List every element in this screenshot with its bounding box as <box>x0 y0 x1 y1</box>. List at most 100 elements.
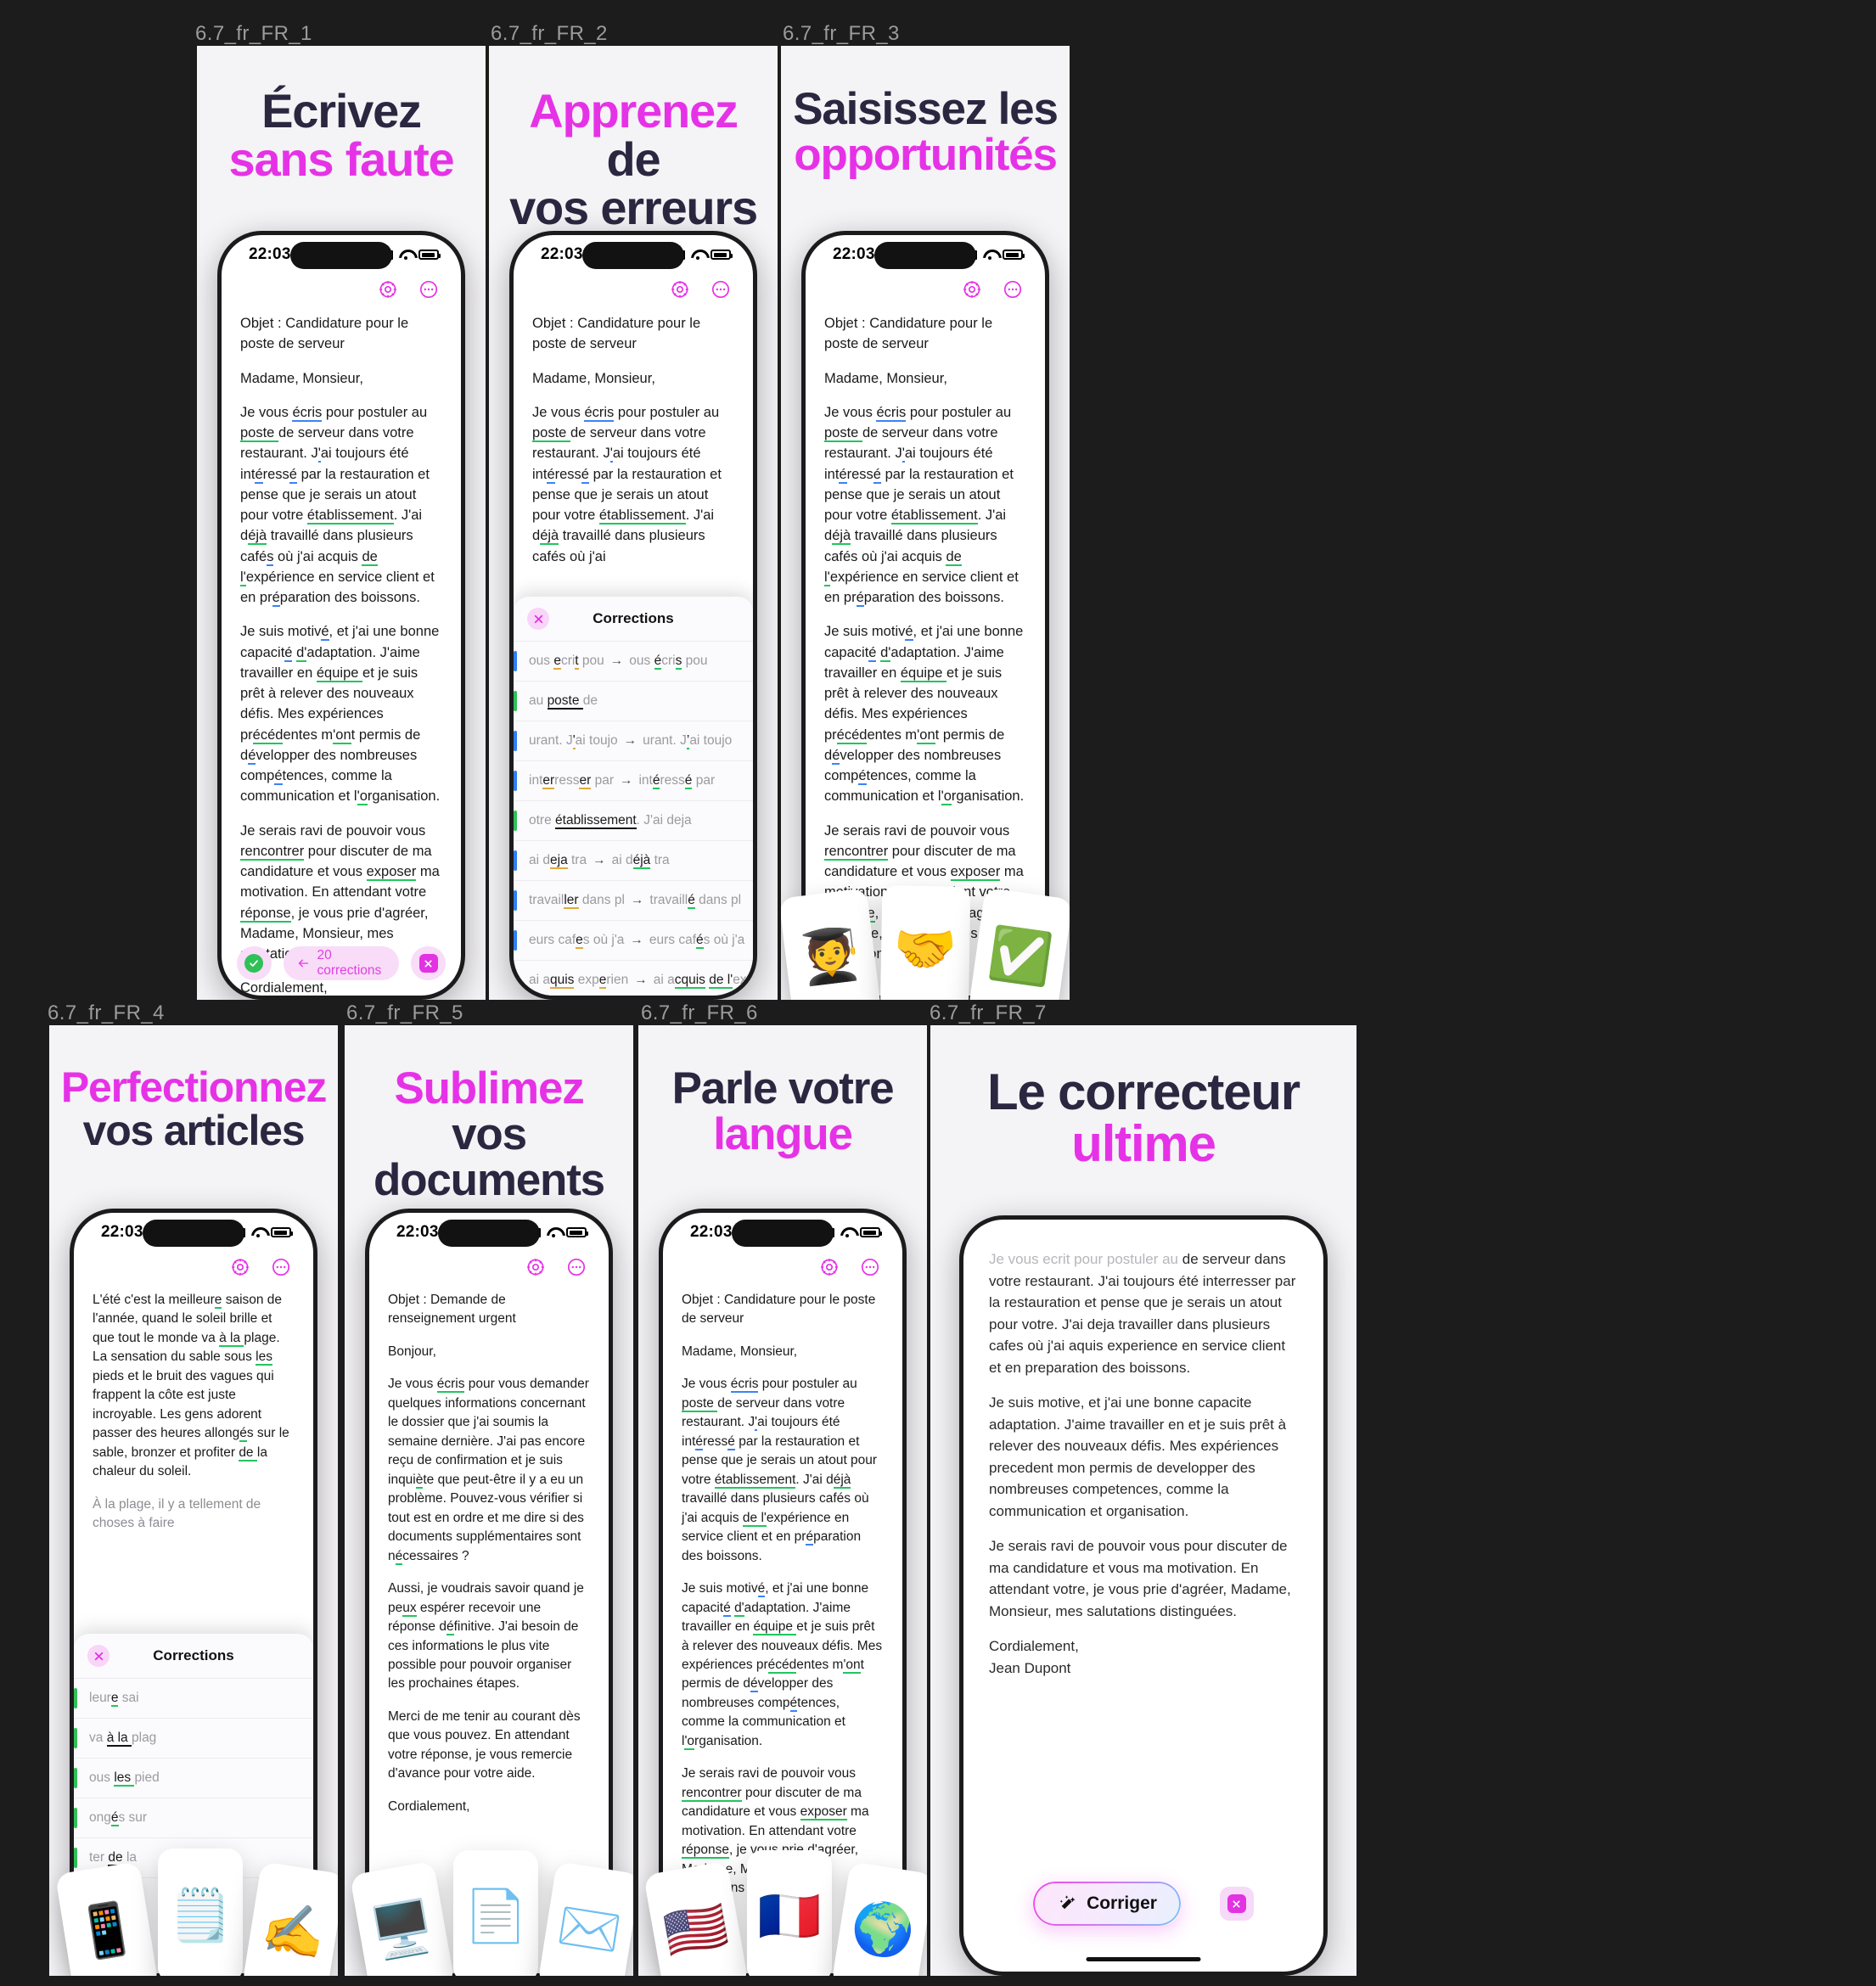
headline-line-1: Perfectionnez <box>60 1063 327 1111</box>
dismiss-button[interactable] <box>1219 1887 1254 1921</box>
status-time: 22:03 <box>396 1223 439 1241</box>
globe-emoji-card: 🌍 <box>831 1861 927 1976</box>
check-icon <box>244 954 264 973</box>
status-bar: 22:03 <box>369 1213 609 1252</box>
screenshot-panel-4: Perfectionnez vos articles 22:03 L'été c… <box>49 1025 338 1976</box>
correction-row[interactable]: va à la plag <box>74 1718 313 1758</box>
phone-emoji-card: 📱 <box>54 1861 160 1976</box>
gear-icon[interactable] <box>670 279 690 300</box>
dynamic-island <box>732 1220 834 1247</box>
correction-row[interactable]: ai aquis experien→ai acquis de l'expérie… <box>514 960 753 996</box>
screenshot-gallery-board: 6.7_fr_FR_1 6.7_fr_FR_2 6.7_fr_FR_3 6.7_… <box>0 0 1876 1986</box>
more-circle-icon[interactable] <box>566 1257 587 1277</box>
correction-row[interactable]: ai deja tra → ai déjà tra <box>514 840 753 880</box>
panel-6-headline: Parle votre langue <box>638 1063 927 1158</box>
dynamic-island <box>143 1220 244 1247</box>
letter-para-2: Je suis motivé, et j'ai une bonne capaci… <box>824 624 1025 806</box>
letter-signature: Jean Dupont <box>989 1659 1071 1676</box>
gear-icon[interactable] <box>819 1257 840 1277</box>
graduate-emoji-card: 🧑‍🎓 <box>781 888 882 1000</box>
letter-para-1: Je vous écris pour postuler au poste de … <box>824 404 1019 607</box>
gear-icon[interactable] <box>378 279 398 300</box>
correction-row[interactable]: interresser par → intéressé par <box>514 760 753 800</box>
headline-line-2: ultime <box>1071 1115 1216 1173</box>
status-bar: 22:03 <box>74 1213 313 1252</box>
status-time: 22:03 <box>833 245 875 263</box>
headline-line-2: documents <box>374 1155 605 1206</box>
letter-body-4[interactable]: L'été c'est la meilleure saison de l'ann… <box>74 1279 313 1534</box>
correction-row[interactable]: au poste de <box>514 681 753 721</box>
letter-body-5[interactable]: Objet : Demande de renseignement urgent … <box>369 1279 609 1816</box>
letter-salutation: Madame, Monsieur, <box>532 370 655 386</box>
letter-body-2[interactable]: Objet : Candidature pour le poste de ser… <box>514 301 753 567</box>
status-bar: 22:03 <box>806 235 1045 274</box>
corrections-sheet-title: Corrections <box>153 1647 234 1663</box>
phone-screen-3: 22:03 Objet: Candidature pour le poste … <box>806 235 1045 996</box>
correction-row[interactable]: ous les pied <box>74 1758 313 1798</box>
panel-caption-4: 6.7_fr_FR_4 <box>48 1001 165 1024</box>
letter-para-1: Je vous ecrit pour postuler au de serveu… <box>989 1251 1296 1376</box>
letter-body-7[interactable]: Je vous ecrit pour postuler au de serveu… <box>963 1220 1323 1679</box>
letter-body-3[interactable]: Objet : Candidature pour le poste de ser… <box>806 301 1045 964</box>
headline-line-1: Saisissez les <box>793 84 1059 134</box>
more-circle-icon[interactable] <box>1003 279 1023 300</box>
correction-row[interactable]: otre établissement. J'ai deja <box>514 800 753 840</box>
accept-all-button[interactable] <box>237 946 272 980</box>
letter-body-1[interactable]: Objet : Candidature pour le poste de ser… <box>222 301 461 996</box>
emoji-card-stack-5: 🖥️ 📄 ✉️ <box>349 1850 633 1976</box>
close-icon[interactable] <box>527 608 549 630</box>
headline-line-1: Écrivez <box>261 84 422 137</box>
corrections-sheet-header: Corrections <box>74 1634 313 1678</box>
more-circle-icon[interactable] <box>860 1257 880 1277</box>
home-indicator <box>1086 1957 1201 1961</box>
corrections-sheet-title: Corrections <box>593 610 674 626</box>
gear-icon[interactable] <box>962 279 982 300</box>
letter-para-1: L'été c'est la meilleure saison de l'ann… <box>93 1293 289 1479</box>
corrections-count-button[interactable]: 20 corrections <box>283 946 400 980</box>
correction-row[interactable]: ous ecrit pou → ous écris pou <box>514 641 753 681</box>
headline-line-1: Apprenez de <box>529 84 739 187</box>
correction-row[interactable]: travailler dans pl → travaillé dans pl <box>514 880 753 920</box>
letter-signoff: Cordialement, <box>388 1798 470 1814</box>
gear-icon[interactable] <box>525 1257 546 1277</box>
dynamic-island <box>438 1220 540 1247</box>
gear-icon[interactable] <box>230 1257 250 1277</box>
phone-screen-7: Je vous ecrit pour postuler au de serveu… <box>963 1220 1323 1972</box>
letter-para-3: Je serais ravi de pouvoir vous pour disc… <box>989 1538 1291 1619</box>
close-icon[interactable] <box>87 1645 110 1667</box>
correction-row[interactable]: urant. J'ai toujo → urant. J’ai toujo <box>514 721 753 760</box>
more-circle-icon[interactable] <box>271 1257 291 1277</box>
desktop-computer-emoji-card: 🖥️ <box>349 1860 456 1976</box>
more-circle-icon[interactable] <box>711 279 731 300</box>
corrections-count-label: 20 corrections <box>317 948 382 978</box>
wifi-icon <box>840 1227 854 1237</box>
headline-line-1: Parle votre <box>671 1063 895 1114</box>
correction-row[interactable]: leure sai <box>74 1678 313 1718</box>
corriger-button[interactable]: Corriger <box>1033 1882 1181 1926</box>
dynamic-island <box>874 242 976 269</box>
more-circle-icon[interactable] <box>418 279 439 300</box>
letter-subject: Objet : Candidature pour le poste de ser… <box>824 316 993 352</box>
screenshot-panel-3: Saisissez les opportunités 22:03 Objet:… <box>781 46 1070 1000</box>
panel-caption-7: 6.7_fr_FR_7 <box>930 1001 1047 1024</box>
letter-salutation: Madame, Monsieur, <box>682 1344 798 1359</box>
magic-wand-icon <box>1059 1895 1076 1910</box>
correction-row[interactable]: eurs cafes où j'a → eurs cafés où j'a <box>514 920 753 960</box>
corrections-list-2[interactable]: ous ecrit pou → ous écris pou au poste de … <box>514 641 753 996</box>
letter-salutation: Madame, Monsieur, <box>240 370 363 386</box>
status-time: 22:03 <box>541 245 583 263</box>
headline-line-2: vos erreurs <box>509 181 758 235</box>
letter-subject: Objet : Candidature pour le poste de ser… <box>240 316 409 352</box>
correction-row[interactable]: ongés sur <box>74 1798 313 1837</box>
screenshot-panel-5: Sublimez vos documents 22:03 Objet: Dem… <box>345 1025 633 1976</box>
dismiss-button[interactable] <box>411 946 446 980</box>
wifi-icon <box>399 250 413 260</box>
panel-caption-6: 6.7_fr_FR_6 <box>641 1001 758 1024</box>
check-emoji-card: ✅ <box>968 887 1070 1000</box>
action-bar-1: 20 corrections <box>222 934 461 996</box>
app-toolbar-1 <box>222 274 461 301</box>
headline-line-1: Le correcteur <box>987 1063 1300 1120</box>
dynamic-island <box>290 242 392 269</box>
letter-body-6[interactable]: Objet : Candidature pour le poste de ser… <box>663 1279 902 1899</box>
phone-mockup-3: 22:03 Objet: Candidature pour le poste … <box>801 231 1049 1000</box>
